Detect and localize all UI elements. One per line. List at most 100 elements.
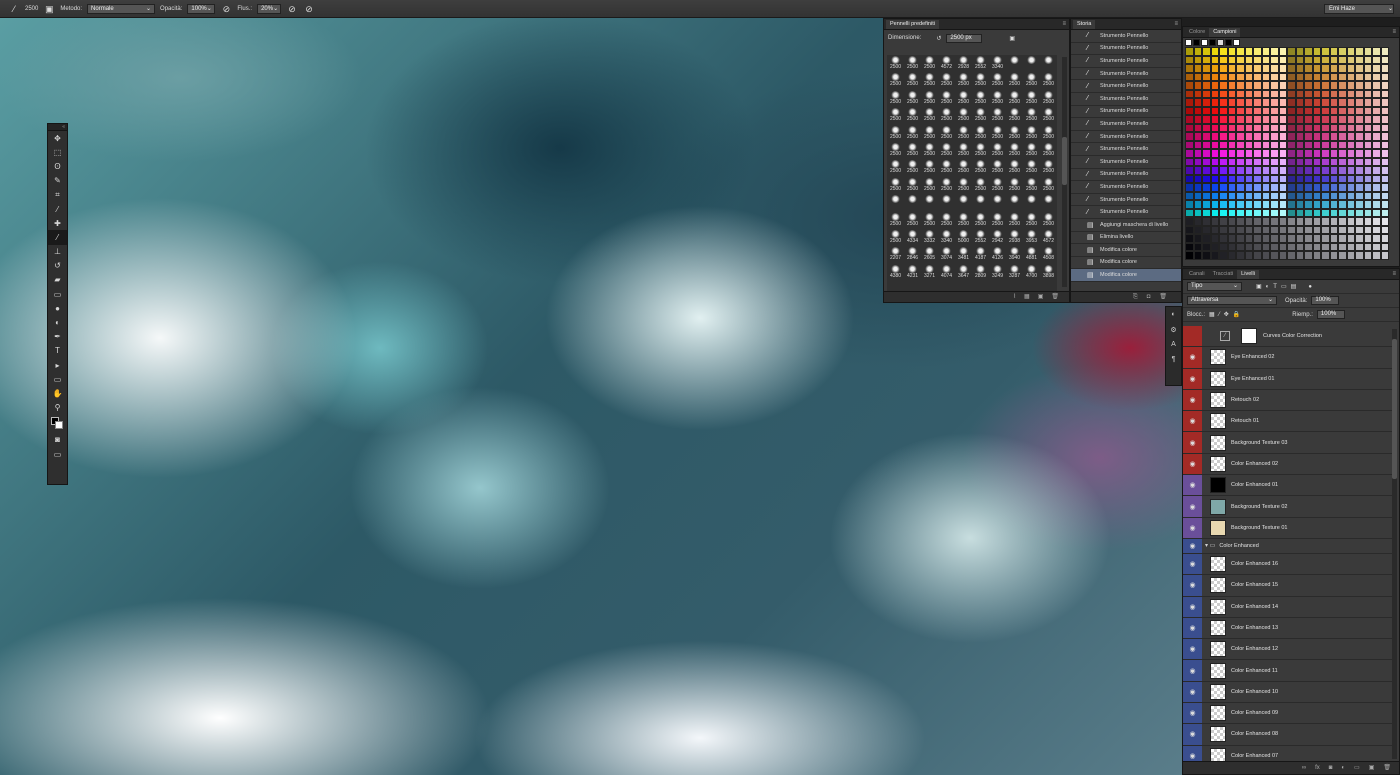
swatch[interactable] [1329, 217, 1338, 226]
swatch[interactable] [1278, 234, 1287, 243]
brush-preset[interactable]: 2500 [887, 90, 904, 107]
swatch[interactable] [1372, 115, 1381, 124]
swatch[interactable] [1304, 47, 1313, 56]
brush-preset[interactable]: 3332 [921, 229, 938, 246]
swatch[interactable] [1287, 72, 1296, 81]
swatch[interactable] [1295, 132, 1304, 141]
swatch[interactable] [1227, 174, 1236, 183]
scroll-thumb[interactable] [1392, 339, 1397, 479]
layer-row[interactable]: ◉ Color Enhanced 08 [1183, 724, 1393, 746]
swatch[interactable] [1380, 225, 1389, 234]
zoom-tool-icon[interactable]: ⚲ [48, 401, 67, 415]
history-state[interactable]: ▤ Modifica colore [1071, 269, 1181, 282]
brush-preset[interactable]: 2500 [904, 159, 921, 176]
swatch[interactable] [1270, 47, 1279, 56]
swatch[interactable] [1261, 149, 1270, 158]
swatch[interactable] [1363, 225, 1372, 234]
swatch[interactable] [1270, 132, 1279, 141]
swatch[interactable] [1202, 183, 1211, 192]
swatch[interactable] [1253, 166, 1262, 175]
swatch[interactable] [1346, 115, 1355, 124]
swatch[interactable] [1278, 225, 1287, 234]
visibility-eye-icon[interactable]: ◉ [1183, 347, 1202, 368]
brush-preset[interactable]: 2500 [1023, 90, 1040, 107]
layer-row[interactable]: ◉ Background Texture 01 [1183, 517, 1393, 539]
swatch[interactable] [1278, 64, 1287, 73]
brush-preset-icon[interactable]: ⁄ [8, 3, 20, 15]
swatch[interactable] [1227, 149, 1236, 158]
brush-preset[interactable]: 2500 [921, 90, 938, 107]
brush-preset[interactable]: 2500 [887, 72, 904, 89]
brush-preset[interactable]: 4881 [1023, 246, 1040, 263]
swatch[interactable] [1270, 166, 1279, 175]
swatch[interactable] [1210, 149, 1219, 158]
swatch[interactable] [1363, 115, 1372, 124]
trash-icon[interactable]: 🗑 [1383, 762, 1391, 774]
tools-panel-header[interactable]: « [48, 124, 67, 131]
swatch[interactable] [1236, 81, 1245, 90]
filter-kind-select[interactable]: Tipo ⌄ [1187, 282, 1242, 291]
swatch[interactable] [1329, 166, 1338, 175]
swatch[interactable] [1338, 47, 1347, 56]
swatch[interactable] [1380, 106, 1389, 115]
swatch[interactable] [1261, 251, 1270, 260]
swatch[interactable] [1210, 200, 1219, 209]
visibility-eye-icon[interactable]: ◉ [1183, 617, 1202, 639]
swatch[interactable] [1219, 157, 1228, 166]
swatch[interactable] [1202, 251, 1211, 260]
swatch[interactable] [1295, 47, 1304, 56]
brush-preset[interactable]: 2500 [989, 72, 1006, 89]
swatch[interactable] [1355, 234, 1364, 243]
swatch[interactable] [1219, 217, 1228, 226]
swatch[interactable] [1312, 174, 1321, 183]
workspace-switcher[interactable]: Emi Haze ⌄ [1324, 4, 1394, 14]
screen-mode-icon[interactable]: ▭ [48, 447, 67, 461]
swatch[interactable] [1219, 208, 1228, 217]
layer-opacity-field[interactable]: 100% [1311, 296, 1340, 305]
brush-preset[interactable]: 2500 [1006, 142, 1023, 159]
swatch[interactable] [1346, 81, 1355, 90]
swatch[interactable] [1346, 123, 1355, 132]
swatch[interactable] [1338, 208, 1347, 217]
swatch[interactable] [1236, 149, 1245, 158]
swatch[interactable] [1304, 132, 1313, 141]
swatch[interactable] [1329, 157, 1338, 166]
swatch[interactable] [1287, 55, 1296, 64]
swatch[interactable] [1329, 225, 1338, 234]
brush-preset[interactable]: 2500 [904, 212, 921, 229]
swatch[interactable] [1202, 208, 1211, 217]
swatch[interactable] [1372, 89, 1381, 98]
swatch[interactable] [1227, 132, 1236, 141]
swatch[interactable] [1270, 191, 1279, 200]
blur-tool-icon[interactable]: ● [48, 301, 67, 315]
swatch[interactable] [1219, 191, 1228, 200]
brush-preset[interactable]: 2500 [904, 177, 921, 194]
swatch[interactable] [1209, 39, 1216, 46]
swatch[interactable] [1244, 157, 1253, 166]
swatch[interactable] [1227, 251, 1236, 260]
brush-preset[interactable]: 2500 [1006, 125, 1023, 142]
layer-row[interactable]: ◉ Color Enhanced 10 [1183, 681, 1393, 704]
swatch[interactable] [1287, 81, 1296, 90]
swatch[interactable] [1210, 234, 1219, 243]
brush-preset[interactable]: 2809 [972, 264, 989, 281]
layer-row[interactable]: ◉ Eye Enhanced 01 [1183, 368, 1393, 390]
brush-preset[interactable]: 2500 [989, 159, 1006, 176]
filter-pixel-icon[interactable]: ▣ [1256, 283, 1262, 290]
brush-preset[interactable]: 2500 [1006, 107, 1023, 124]
swatch[interactable] [1253, 251, 1262, 260]
swatch[interactable] [1363, 123, 1372, 132]
history-state[interactable]: ⁄ Strumento Pennello [1071, 55, 1181, 68]
swatch[interactable] [1278, 55, 1287, 64]
swatch[interactable] [1304, 64, 1313, 73]
swatch[interactable] [1261, 217, 1270, 226]
swatch[interactable] [1278, 123, 1287, 132]
swatch[interactable] [1287, 166, 1296, 175]
healing-brush-tool-icon[interactable]: ✚ [48, 216, 67, 230]
swatch[interactable] [1380, 217, 1389, 226]
swatch[interactable] [1295, 217, 1304, 226]
swatch[interactable] [1253, 200, 1262, 209]
swatch[interactable] [1244, 72, 1253, 81]
swatch[interactable] [1346, 234, 1355, 243]
brush-preset[interactable]: 2500 [938, 107, 955, 124]
